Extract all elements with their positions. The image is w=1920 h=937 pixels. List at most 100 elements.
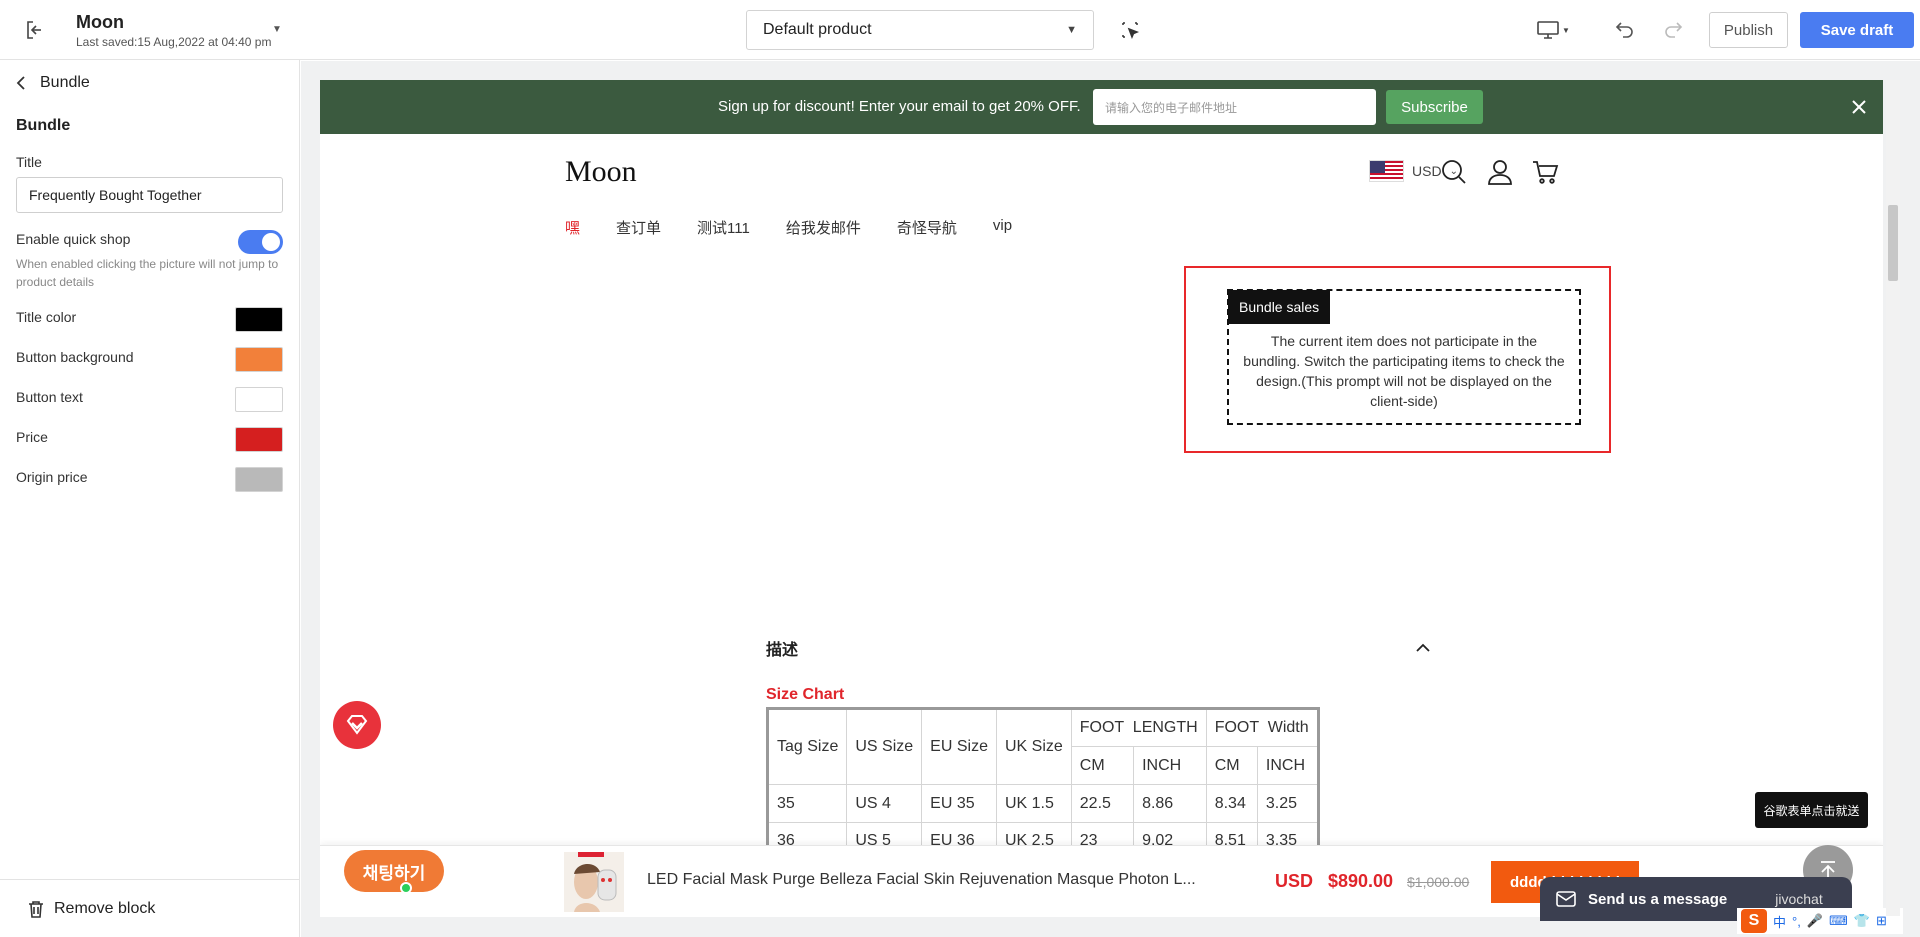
template-select[interactable]: Default product ▼	[746, 10, 1094, 50]
size-chart-table: Tag Size US Size EU Size UK Size FOOT LE…	[766, 707, 1320, 862]
ime-punctuation[interactable]: °,	[1792, 914, 1801, 929]
chevron-left-icon	[16, 76, 25, 90]
bundle-tag: Bundle sales	[1228, 290, 1331, 324]
settings-sidebar: Bundle Bundle Title Enable quick shop Wh…	[0, 60, 300, 937]
store-logo[interactable]: Moon	[565, 155, 637, 189]
table-cell: 8.86	[1133, 784, 1207, 823]
bundle-block-selected[interactable]: Bundle sales The current item does not p…	[1184, 266, 1611, 453]
table-cell: 3.25	[1256, 784, 1319, 823]
close-icon[interactable]	[1848, 96, 1870, 118]
table-row: 35 US 4 EU 35 UK 1.5 22.5 8.86 8.34 3.25	[766, 784, 1319, 823]
title-color-label: Title color	[16, 309, 77, 325]
trash-icon	[29, 900, 43, 918]
quick-shop-toggle[interactable]	[238, 230, 283, 254]
remove-block-button[interactable]: Remove block	[0, 879, 300, 937]
bundle-placeholder: Bundle sales The current item does not p…	[1227, 289, 1581, 425]
template-select-value: Default product	[763, 21, 872, 38]
quick-shop-help: When enabled clicking the picture will n…	[16, 257, 279, 289]
table-header-cell: FOOT Width	[1205, 708, 1319, 747]
last-saved-text: Last saved:15 Aug,2022 at 04:40 pm	[76, 35, 272, 49]
quick-shop-label: Enable quick shop	[16, 231, 131, 247]
nav-item-3[interactable]: 给我发邮件	[786, 217, 861, 238]
table-header-cell: Tag Size	[766, 708, 848, 785]
undo-icon[interactable]	[1614, 18, 1636, 40]
description-title[interactable]: 描述	[766, 636, 798, 660]
table-cell: 22.5	[1070, 784, 1135, 823]
ime-chinese-mode[interactable]: 中	[1773, 912, 1786, 931]
origin-price: $1,000.00	[1407, 874, 1470, 890]
caret-down-icon[interactable]: ▼	[272, 24, 282, 35]
chevron-down-icon: ▼	[1562, 25, 1570, 35]
chevron-down-icon: ▼	[1066, 24, 1077, 36]
button-text-swatch[interactable]	[235, 387, 283, 412]
product-name: LED Facial Mask Purge Belleza Facial Ski…	[647, 871, 1196, 888]
nav-item-2[interactable]: 测试111	[697, 217, 750, 238]
table-subheader-cell: INCH	[1256, 746, 1319, 785]
chevron-up-icon[interactable]	[1415, 640, 1431, 652]
nav-item-5[interactable]: vip	[993, 217, 1012, 238]
title-color-swatch[interactable]	[235, 307, 283, 332]
button-text-label: Button text	[16, 389, 83, 405]
user-icon[interactable]	[1486, 158, 1514, 186]
table-subheader-cell: CM	[1205, 746, 1258, 785]
nav-item-4[interactable]: 奇怪导航	[897, 217, 957, 238]
jivo-message: Send us a message	[1588, 890, 1728, 908]
redo-icon[interactable]	[1662, 18, 1684, 40]
table-cell: UK 1.5	[995, 784, 1072, 823]
table-cell: 8.34	[1205, 784, 1258, 823]
title-input[interactable]	[16, 177, 283, 213]
cart-icon[interactable]	[1531, 158, 1559, 186]
subscribe-button[interactable]: Subscribe	[1386, 90, 1483, 124]
us-flag-icon	[1369, 160, 1404, 182]
inspect-icon[interactable]	[1120, 20, 1140, 40]
product-thumbnail	[564, 852, 624, 912]
table-cell: US 4	[846, 784, 923, 823]
promo-email-input[interactable]: 请输入您的电子邮件地址	[1093, 89, 1376, 125]
back-label: Bundle	[40, 74, 90, 91]
button-background-swatch[interactable]	[235, 347, 283, 372]
jivo-brand: jivochat	[1775, 891, 1823, 907]
promo-bar: Sign up for discount! Enter your email t…	[320, 80, 1883, 134]
publish-button[interactable]: Publish	[1709, 12, 1788, 48]
keyboard-icon[interactable]: ⌨	[1829, 913, 1848, 929]
preview-canvas: Sign up for discount! Enter your email t…	[301, 61, 1920, 937]
origin-price-swatch[interactable]	[235, 467, 283, 492]
input-method-toolbar: S 中 °, 🎤 ⌨ 👕 ⊞	[1737, 908, 1903, 934]
table-header-cell: US Size	[846, 708, 923, 785]
sogou-icon[interactable]: S	[1741, 909, 1767, 933]
top-toolbar: Moon Last saved:15 Aug,2022 at 04:40 pm …	[0, 0, 1920, 60]
back-button[interactable]: Bundle	[16, 74, 90, 92]
online-status-dot	[400, 882, 412, 894]
microphone-icon[interactable]: 🎤	[1807, 913, 1823, 929]
size-chart-title: Size Chart	[766, 686, 845, 703]
price-label: Price	[16, 429, 48, 445]
search-icon[interactable]	[1440, 158, 1468, 186]
product-price: USD $890.00	[1275, 871, 1394, 891]
nav-item-0[interactable]: 嘿	[565, 217, 580, 238]
main-nav: 嘿 查订单 测试111 给我发邮件 奇怪导航 vip	[565, 217, 1012, 238]
button-background-label: Button background	[16, 349, 134, 365]
nav-item-1[interactable]: 查订单	[616, 217, 661, 238]
title-label: Title	[16, 154, 42, 170]
skin-icon[interactable]: 👕	[1854, 913, 1870, 929]
section-title: Bundle	[16, 117, 71, 134]
table-header-cell: UK Size	[995, 708, 1072, 785]
save-draft-button[interactable]: Save draft	[1800, 12, 1914, 48]
scrollbar-thumb[interactable]	[1888, 205, 1898, 281]
table-header-cell: EU Size	[921, 708, 997, 785]
table-row: Tag Size US Size EU Size UK Size FOOT LE…	[766, 708, 1319, 785]
chat-button[interactable]: 채팅하기	[344, 850, 444, 892]
table-subheader-cell: INCH	[1133, 746, 1207, 785]
google-form-button[interactable]: 谷歌表单点击就送	[1755, 792, 1868, 828]
desktop-icon[interactable]: ▼	[1536, 18, 1576, 42]
currency-label: USD	[1412, 163, 1442, 179]
table-header-cell: FOOT LENGTH	[1070, 708, 1207, 747]
price-color-swatch[interactable]	[235, 427, 283, 452]
bundle-message: The current item does not participate in…	[1243, 333, 1565, 409]
preview-frame: Sign up for discount! Enter your email t…	[320, 80, 1883, 917]
preview-scrollbar[interactable]	[1886, 80, 1900, 916]
table-cell: EU 35	[921, 784, 997, 823]
remove-block-label: Remove block	[54, 899, 156, 917]
exit-icon[interactable]	[24, 19, 46, 41]
diamond-icon[interactable]	[333, 701, 381, 749]
